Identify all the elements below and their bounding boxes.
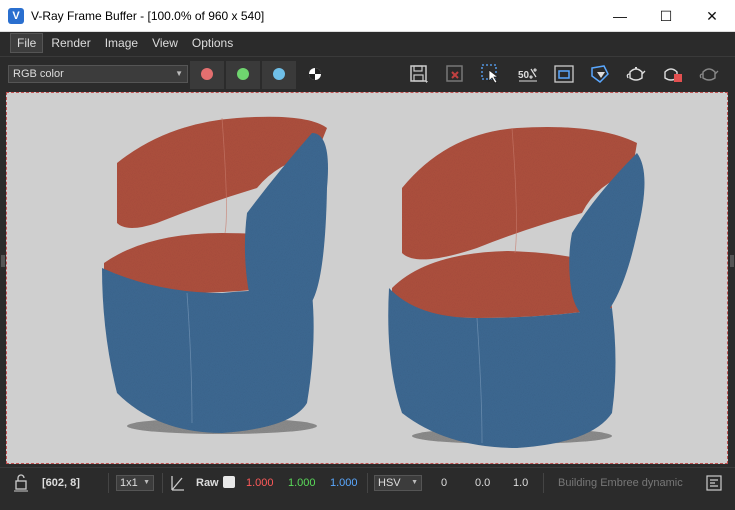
channel-select-value: RGB color xyxy=(13,68,64,80)
menu-view[interactable]: View xyxy=(146,34,184,52)
title-bar: V V-Ray Frame Buffer - [100.0% of 960 x … xyxy=(0,0,735,32)
color-mode-select[interactable]: HSV ▼ xyxy=(374,475,422,491)
log-panel-icon[interactable] xyxy=(706,468,722,498)
divider xyxy=(367,473,368,493)
blue-value: 1.000 xyxy=(330,477,358,489)
right-panel-handle[interactable] xyxy=(730,255,734,267)
toolbar: RGB color ▼ 50 xyxy=(0,56,735,91)
color-mode-select-value: HSV xyxy=(378,477,401,489)
track-mouse-icon[interactable] xyxy=(480,63,502,85)
menu-options[interactable]: Options xyxy=(186,34,239,52)
menu-file[interactable]: File xyxy=(10,33,44,53)
left-panel-handle[interactable] xyxy=(1,255,5,267)
color-corrections-icon[interactable] xyxy=(170,468,186,498)
render-50-icon[interactable]: 50 xyxy=(517,63,539,85)
divider xyxy=(543,473,544,493)
chevron-down-icon: ▼ xyxy=(143,479,150,486)
blue-dot-icon xyxy=(273,68,285,80)
lock-icon[interactable] xyxy=(14,468,30,498)
divider xyxy=(162,473,163,493)
status-message: Building Embree dynamic xyxy=(558,477,683,489)
chair-right xyxy=(388,127,645,448)
stop-render-icon[interactable] xyxy=(662,63,684,85)
menu-bar: File Render Image View Options xyxy=(0,32,735,54)
window-title: V-Ray Frame Buffer - [100.0% of 960 x 54… xyxy=(31,8,265,23)
divider xyxy=(108,473,109,493)
raw-label: Raw xyxy=(196,477,219,489)
chair-left xyxy=(102,116,328,434)
hue-value: 0 xyxy=(441,477,448,489)
render-50-label: 50 xyxy=(518,70,530,81)
save-icon[interactable] xyxy=(408,63,430,85)
rendered-image xyxy=(102,116,645,448)
green-dot-icon xyxy=(237,68,249,80)
close-button[interactable]: ✕ xyxy=(689,0,735,32)
chevron-down-icon: ▼ xyxy=(411,479,418,486)
status-bar: [602, 8] 1x1 ▼ Raw 1.000 1.000 1.000 HSV… xyxy=(0,467,735,498)
red-dot-icon xyxy=(201,68,213,80)
pixel-color-swatch xyxy=(223,476,235,488)
menu-render[interactable]: Render xyxy=(45,34,96,52)
alpha-channel-icon[interactable] xyxy=(304,63,326,85)
green-value: 1.000 xyxy=(288,477,316,489)
saturation-value: 0.0 xyxy=(475,477,491,489)
vray-logo-icon: V xyxy=(8,7,24,24)
menu-image[interactable]: Image xyxy=(99,34,144,52)
region-render-icon[interactable] xyxy=(553,63,575,85)
render-last-icon[interactable] xyxy=(698,63,720,85)
red-value: 1.000 xyxy=(246,477,274,489)
chevron-down-icon: ▼ xyxy=(175,69,183,78)
zoom-select[interactable]: 1x1 ▼ xyxy=(116,475,154,491)
pixel-coords: [602, 8] xyxy=(42,477,80,489)
minimize-button[interactable]: — xyxy=(597,0,643,32)
render-teapot-icon[interactable] xyxy=(625,63,647,85)
maximize-button[interactable]: ☐ xyxy=(643,0,689,32)
value-value: 1.0 xyxy=(513,477,529,489)
zoom-select-value: 1x1 xyxy=(120,477,138,489)
channel-select[interactable]: RGB color ▼ xyxy=(8,65,188,83)
interactive-render-icon[interactable] xyxy=(589,63,611,85)
clear-image-icon[interactable] xyxy=(444,63,466,85)
render-viewport[interactable] xyxy=(6,92,728,464)
